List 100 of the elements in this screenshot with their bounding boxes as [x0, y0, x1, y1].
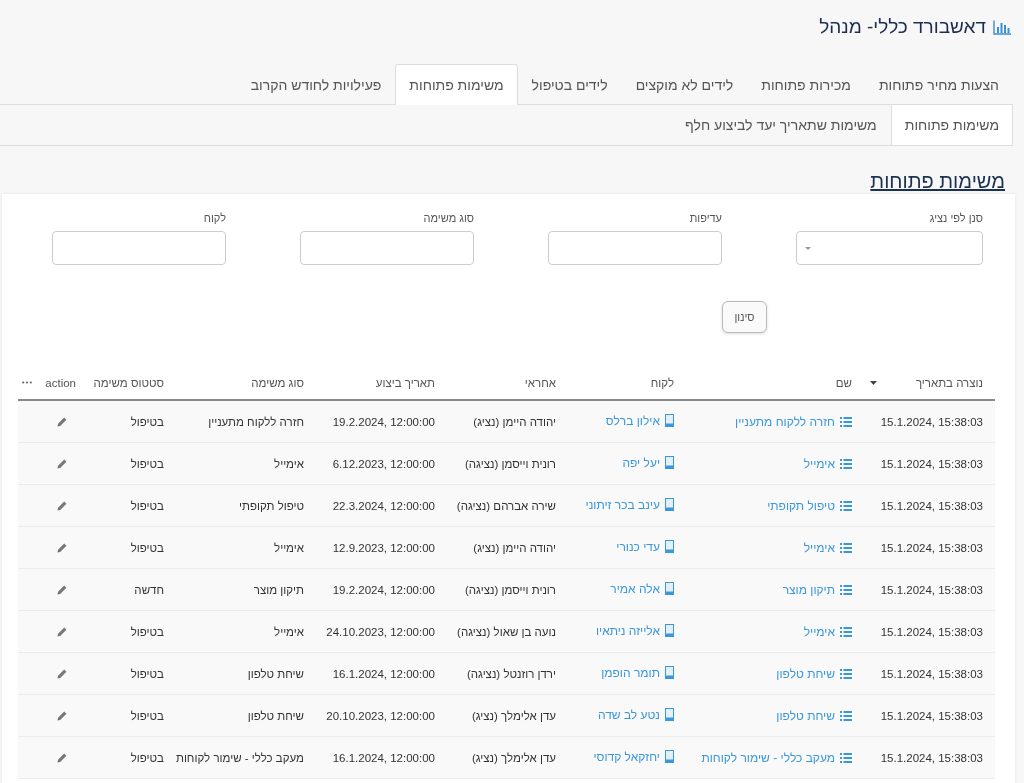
task-link[interactable]: שיחת טלפון [776, 708, 852, 723]
task-link[interactable]: אימייל [803, 456, 852, 471]
column-header: שם [835, 376, 852, 389]
column-header: אחראי [524, 376, 556, 389]
created-date: 15.1.2024, 15:38:03 [880, 499, 983, 512]
task-link[interactable]: אימייל [803, 540, 852, 555]
owner-name: עדן אלימלך (נציג) [471, 751, 556, 764]
due-date: 12.9.2023, 12:00:00 [332, 541, 435, 554]
pencil-icon[interactable] [57, 627, 67, 638]
input-field[interactable] [300, 231, 474, 265]
due-date: 6.12.2023, 12:00:00 [332, 457, 435, 470]
owner-name: ירדן רוזנטל (נציגה) [466, 667, 556, 680]
owner-name: שירה אברהם (נציגה) [456, 499, 556, 512]
pencil-icon[interactable] [57, 543, 67, 554]
task-type: טיפול תקופתי [239, 499, 304, 512]
tablet-icon [665, 708, 674, 722]
created-date: 15.1.2024, 15:38:03 [880, 541, 983, 554]
task-type: חזרה ללקוח מתעניין [208, 415, 304, 428]
due-date: 20.10.2023, 12:00:00 [326, 709, 435, 722]
task-link[interactable]: שיחת טלפון [776, 666, 852, 681]
created-date: 15.1.2024, 15:38:03 [880, 667, 983, 680]
owner-name: יהודה היימן (נציג) [473, 541, 556, 554]
tablet-icon [665, 666, 674, 680]
task-type: שיחת טלפון [247, 709, 304, 722]
bar-chart-icon [993, 19, 1011, 35]
list-icon [840, 752, 852, 763]
task-status: בטיפול [130, 667, 164, 680]
task-link[interactable]: טיפול תקופתי [767, 498, 852, 513]
subtab[interactable]: משימות פתוחות [890, 105, 1013, 145]
created-date: 15.1.2024, 15:38:03 [880, 625, 983, 638]
list-icon [840, 458, 852, 469]
owner-name: נועה בן שאול (נציגה) [457, 625, 556, 638]
list-icon [840, 584, 852, 595]
filter-label: סנן לפי נציג [929, 211, 983, 225]
pencil-icon[interactable] [57, 501, 67, 512]
created-date: 15.1.2024, 15:38:03 [880, 751, 983, 764]
task-link[interactable]: אימייל [803, 624, 852, 639]
tablet-icon [665, 498, 674, 512]
pencil-icon[interactable] [57, 417, 67, 428]
owner-name: רונית וייסמן (נציגה) [464, 583, 556, 596]
input-field[interactable] [52, 231, 226, 265]
tab[interactable]: פעילויות לחודש הקרוב [236, 64, 396, 105]
column-header: סטטוס משימה [93, 376, 164, 389]
tablet-icon [665, 456, 674, 470]
filter-button[interactable]: סינון [722, 301, 767, 333]
tab[interactable]: הצעות מחיר פתוחות [864, 64, 1013, 105]
pencil-icon[interactable] [57, 669, 67, 680]
created-date: 15.1.2024, 15:38:03 [880, 415, 983, 428]
created-date: 15.1.2024, 15:38:03 [880, 709, 983, 722]
tab[interactable]: משימות פתוחות [395, 64, 518, 105]
list-icon [840, 500, 852, 511]
customer-link[interactable]: אלה אמיר [610, 581, 674, 596]
created-date: 15.1.2024, 15:38:03 [880, 583, 983, 596]
tab[interactable]: מכירות פתוחות [747, 64, 865, 105]
owner-name: יהודה היימן (נציג) [473, 415, 556, 428]
caret-icon[interactable] [870, 380, 877, 385]
task-status: בטיפול [130, 625, 164, 638]
tablet-icon [665, 624, 674, 638]
list-icon [840, 626, 852, 637]
customer-link[interactable]: יעל יפה [622, 455, 674, 470]
list-icon [840, 416, 852, 427]
task-type: אימייל [274, 541, 304, 554]
column-header: לקוח [650, 376, 674, 389]
due-date: 16.1.2024, 12:00:00 [332, 667, 435, 680]
due-date: 16.1.2024, 12:00:00 [332, 751, 435, 764]
task-type: אימייל [274, 625, 304, 638]
subtab[interactable]: משימות שתאריך יעד לביצוע חלף [671, 105, 891, 145]
task-type: תיקון מוצר [253, 583, 304, 596]
input-field[interactable] [548, 231, 722, 265]
created-date: 15.1.2024, 15:38:03 [880, 457, 983, 470]
task-status: בטיפול [130, 499, 164, 512]
task-status: חדשה [134, 583, 164, 596]
column-header: תאריך ביצוע [375, 376, 435, 389]
pencil-icon[interactable] [57, 459, 67, 470]
due-date: 22.3.2024, 12:00:00 [332, 499, 435, 512]
task-type: אימייל [274, 457, 304, 470]
list-icon [840, 710, 852, 721]
task-link[interactable]: תיקון מוצר [782, 582, 852, 597]
task-status: בטיפול [130, 457, 164, 470]
list-icon [840, 542, 852, 553]
tablet-icon [665, 750, 674, 764]
tablet-icon [665, 414, 674, 428]
filter-label: סוג משימה [423, 211, 474, 225]
pencil-icon[interactable] [57, 711, 67, 722]
customer-link[interactable]: עדי כנורי [616, 539, 674, 554]
task-status: בטיפול [130, 751, 164, 764]
more-icon[interactable] [22, 381, 32, 384]
select-field[interactable] [796, 231, 983, 265]
caret-icon [805, 246, 811, 250]
pencil-icon[interactable] [57, 753, 67, 764]
tab[interactable]: לידים לא מוקצים [621, 64, 748, 105]
tab[interactable]: לידים בטיפול [517, 64, 622, 105]
due-date: 24.10.2023, 12:00:00 [326, 625, 435, 638]
task-type: מעקב כללי - שימור לקוחות [175, 751, 304, 764]
owner-name: עדן אלימלך (נציג) [471, 709, 556, 722]
tablet-icon [665, 582, 674, 596]
task-status: בטיפול [130, 415, 164, 428]
filter-label: עדיפות [689, 211, 722, 225]
pencil-icon[interactable] [57, 585, 67, 596]
due-date: 19.2.2024, 12:00:00 [332, 583, 435, 596]
